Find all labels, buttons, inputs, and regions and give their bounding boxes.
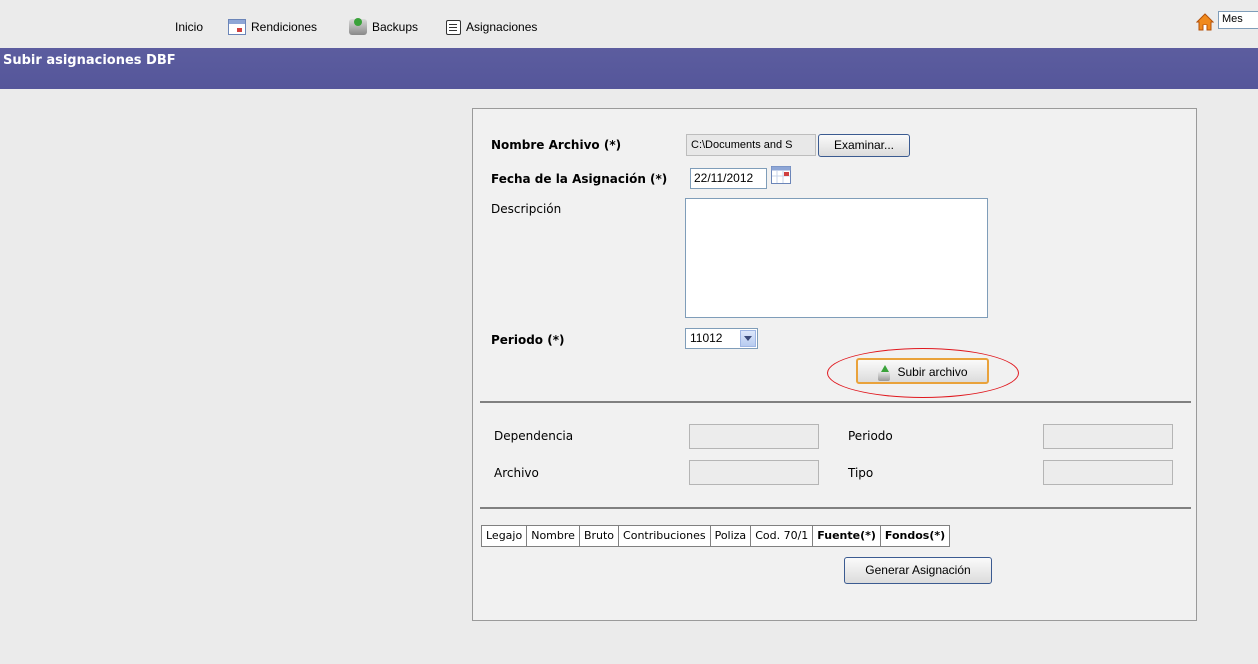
section-divider <box>480 401 1191 403</box>
nombre-archivo-label: Nombre Archivo (*) <box>491 138 622 152</box>
grid-column-fondos[interactable]: Fondos(*) <box>881 526 949 546</box>
description-textarea[interactable] <box>685 198 988 318</box>
tipo-label: Tipo <box>848 466 874 480</box>
top-navigation-bar: Inicio Rendiciones Backups Asignaciones … <box>0 0 1258 44</box>
month-select[interactable]: Mes <box>1218 11 1258 29</box>
calendar-icon <box>228 19 246 35</box>
periodo-info-label: Periodo <box>848 429 893 443</box>
nav-rendiciones-label: Rendiciones <box>251 20 318 34</box>
chevron-down-icon[interactable] <box>740 330 756 347</box>
periodo-info-field <box>1043 424 1173 449</box>
generate-assignment-button[interactable]: Generar Asignación <box>844 557 992 584</box>
nav-backups-label: Backups <box>372 20 419 34</box>
upload-form-panel: Nombre Archivo (*) C:\Documents and S Ex… <box>472 108 1197 621</box>
file-path-input[interactable]: C:\Documents and S <box>686 134 816 156</box>
archivo-field <box>689 460 819 485</box>
page-header: Subir asignaciones DBF <box>0 48 1258 89</box>
upload-button-label: Subir archivo <box>897 365 968 379</box>
grid-column-cod[interactable]: Cod. 70/1 <box>751 526 814 546</box>
upload-icon <box>877 364 891 381</box>
grid-column-nombre[interactable]: Nombre <box>527 526 580 546</box>
periodo-form-label: Periodo (*) <box>491 333 565 347</box>
nav-backups[interactable]: Backups <box>349 17 418 37</box>
grid-column-bruto[interactable]: Bruto <box>580 526 620 546</box>
browse-button[interactable]: Examinar... <box>818 134 910 157</box>
page-title: Subir asignaciones DBF <box>3 53 176 68</box>
dependencia-label: Dependencia <box>494 429 574 443</box>
nav-asignaciones[interactable]: Asignaciones <box>446 17 537 37</box>
fecha-asignacion-label: Fecha de la Asignación (*) <box>491 172 668 186</box>
archivo-label: Archivo <box>494 466 539 480</box>
section-divider <box>480 507 1191 509</box>
nav-inicio[interactable]: Inicio <box>175 17 203 37</box>
dependencia-field <box>689 424 819 449</box>
backup-icon <box>349 18 367 35</box>
upload-button[interactable]: Subir archivo <box>856 358 989 384</box>
periodo-select-value: 11012 <box>690 331 723 345</box>
home-icon[interactable] <box>1196 13 1214 31</box>
tipo-field <box>1043 460 1173 485</box>
nav-rendiciones[interactable]: Rendiciones <box>228 17 317 37</box>
document-icon <box>446 19 461 35</box>
nav-asignaciones-label: Asignaciones <box>466 20 538 34</box>
grid-column-legajo[interactable]: Legajo <box>482 526 528 546</box>
grid-column-contribuciones[interactable]: Contribuciones <box>619 526 711 546</box>
descripcion-label: Descripción <box>491 202 562 216</box>
date-input[interactable]: 22/11/2012 <box>690 168 767 189</box>
grid-column-poliza[interactable]: Poliza <box>711 526 752 546</box>
nav-inicio-label: Inicio <box>175 20 204 34</box>
calendar-picker-icon[interactable] <box>771 166 791 184</box>
grid-column-fuente[interactable]: Fuente(*) <box>813 526 881 546</box>
periodo-select[interactable]: 11012 <box>685 328 758 349</box>
grid-header: Legajo Nombre Bruto Contribuciones Poliz… <box>481 525 951 547</box>
